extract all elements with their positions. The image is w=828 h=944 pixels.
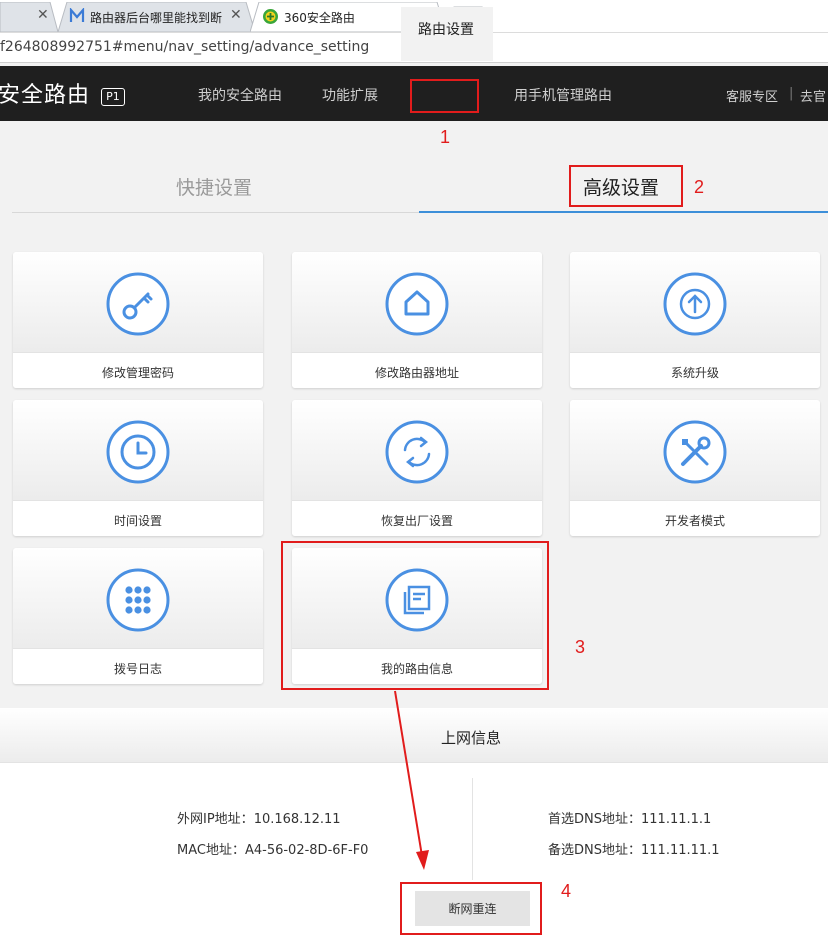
tools-icon [663, 420, 727, 484]
360-logo-icon [263, 9, 278, 24]
annotation-box-2 [569, 165, 683, 207]
tile-label: 恢复出厂设置 [380, 514, 453, 528]
tile-dial-log[interactable]: 拨号日志 [13, 548, 263, 684]
nav-extensions[interactable]: 功能扩展 [322, 85, 378, 105]
dns-primary-row: 首选DNS地址：111.11.1.1 [548, 808, 711, 827]
annotation-box-1 [410, 79, 479, 113]
wan-ip-value: 10.168.12.11 [253, 812, 341, 827]
browser-tab-1[interactable]: ✕ [0, 2, 60, 32]
tile-label-bar: 拨号日志 [13, 648, 263, 684]
tile-label: 系统升级 [670, 366, 719, 380]
link-official-site[interactable]: 去官 [800, 86, 826, 105]
annotation-number-3: 3 [575, 637, 586, 657]
mail-m-icon [69, 8, 85, 22]
tile-label: 修改路由器地址 [374, 366, 459, 380]
tile-label-bar: 恢复出厂设置 [292, 500, 542, 536]
divider [472, 778, 473, 880]
tile-change-password[interactable]: 修改管理密码 [13, 252, 263, 388]
browser-tab-2[interactable]: 路由器后台哪里能找到断 ✕ [58, 2, 258, 32]
mac-label: MAC地址： [177, 843, 245, 858]
annotation-box-4 [400, 882, 542, 935]
clock-icon [106, 420, 170, 484]
wan-ip-label: 外网IP地址： [177, 812, 254, 827]
dns-primary-label: 首选DNS地址： [548, 812, 641, 827]
mac-row: MAC地址：A4-56-02-8D-6F-F0 [177, 839, 368, 858]
url-text[interactable]: f264808992751#menu/nav_setting/advance_s… [0, 39, 369, 55]
tile-label: 时间设置 [113, 514, 162, 528]
tile-label: 开发者模式 [664, 514, 725, 528]
tab-shape [0, 2, 59, 32]
annotation-number-1: 1 [440, 127, 451, 147]
tile-developer-mode[interactable]: 开发者模式 [570, 400, 820, 536]
online-info-header: 上网信息 [0, 708, 828, 763]
home-icon [385, 272, 449, 336]
mac-value: A4-56-02-8D-6F-F0 [244, 843, 369, 858]
dns-secondary-value: 111.11.11.1 [641, 843, 720, 858]
nav-router-settings[interactable]: 路由设置 [418, 19, 474, 39]
tile-change-router-address[interactable]: 修改路由器地址 [292, 252, 542, 388]
nav-my-router[interactable]: 我的安全路由 [198, 85, 282, 105]
close-icon[interactable]: ✕ [230, 7, 242, 23]
tile-label-bar: 修改管理密码 [13, 352, 263, 388]
tab-title: 路由器后台哪里能找到断 [90, 11, 222, 25]
online-info-title: 上网信息 [441, 729, 502, 747]
upgrade-icon [663, 272, 727, 336]
restore-icon [385, 420, 449, 484]
tab-underline [12, 212, 419, 213]
dns-secondary-row: 备选DNS地址：111.11.11.1 [548, 839, 720, 858]
tile-label: 修改管理密码 [101, 366, 174, 380]
tile-label-bar: 修改路由器地址 [292, 352, 542, 388]
dialpad-icon [106, 568, 170, 632]
tab-quick-settings[interactable]: 快捷设置 [176, 173, 252, 200]
tile-system-upgrade[interactable]: 系统升级 [570, 252, 820, 388]
link-customer-service[interactable]: 客服专区 [726, 86, 778, 105]
tab-title: 360安全路由 [284, 11, 355, 25]
tab-active-underline [419, 211, 828, 213]
dns-primary-value: 111.11.1.1 [641, 812, 712, 827]
tile-label-bar: 系统升级 [570, 352, 820, 388]
tile-factory-reset[interactable]: 恢复出厂设置 [292, 400, 542, 536]
close-icon[interactable]: ✕ [37, 7, 49, 23]
annotation-box-3 [281, 541, 549, 690]
tile-time-settings[interactable]: 时间设置 [13, 400, 263, 536]
app-logo: 安全路由 [0, 83, 91, 108]
tile-label: 拨号日志 [113, 662, 162, 676]
dns-secondary-label: 备选DNS地址： [548, 843, 641, 858]
key-icon [106, 272, 170, 336]
model-badge: P1 [101, 88, 125, 106]
annotation-number-2: 2 [694, 177, 705, 197]
tile-label-bar: 开发者模式 [570, 500, 820, 536]
separator: | [789, 86, 794, 101]
wan-ip-row: 外网IP地址：10.168.12.11 [177, 808, 341, 827]
annotation-number-4: 4 [561, 881, 572, 901]
nav-mobile-manage[interactable]: 用手机管理路由 [514, 85, 612, 105]
tile-label-bar: 时间设置 [13, 500, 263, 536]
